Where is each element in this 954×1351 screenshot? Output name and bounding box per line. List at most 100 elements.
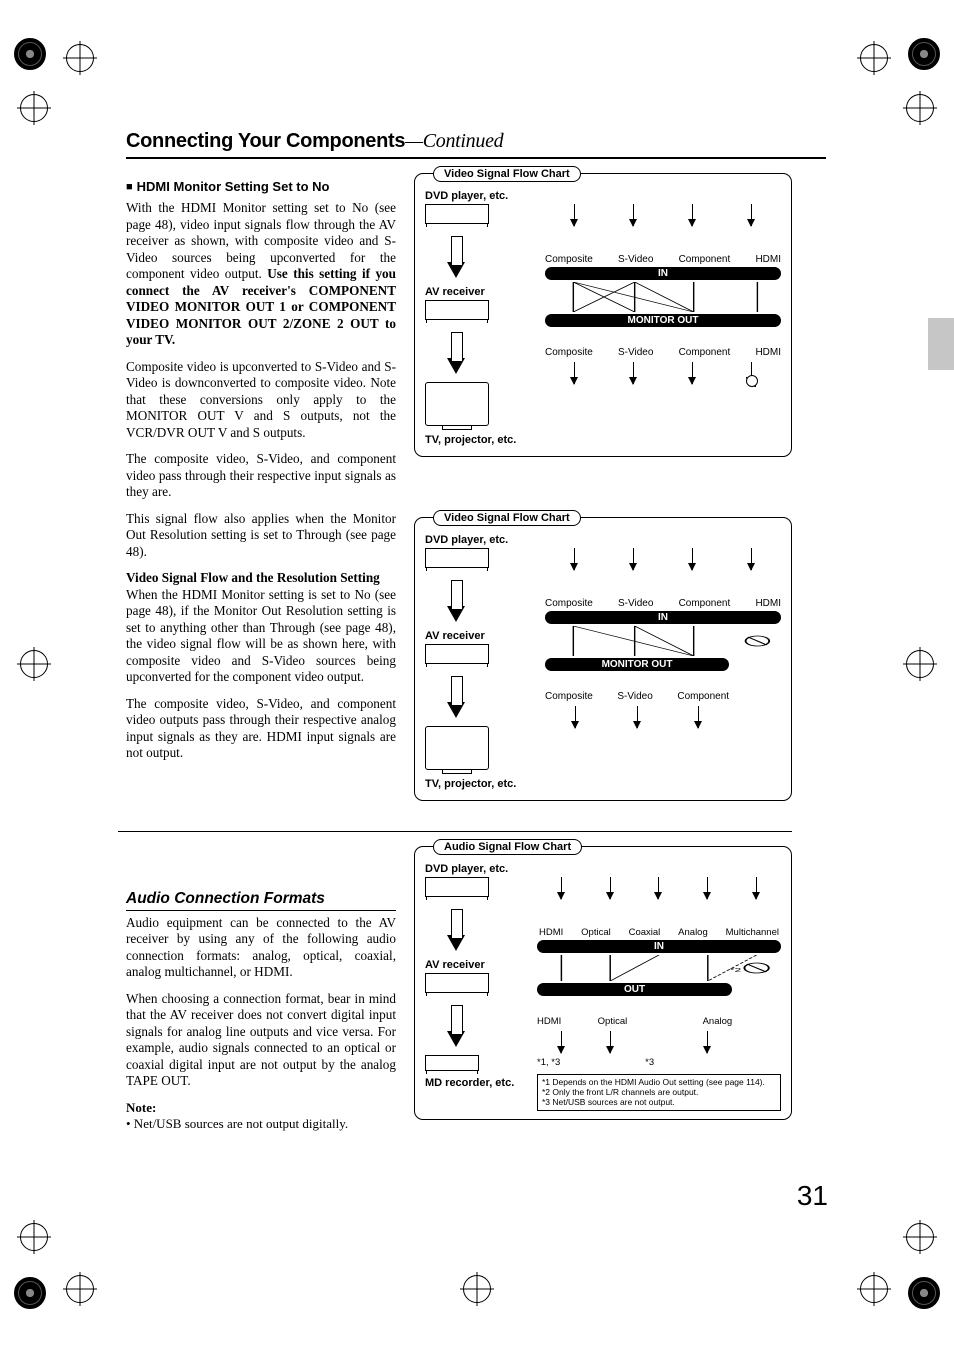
reg-mark-icon	[14, 1277, 46, 1309]
label-composite: Composite	[545, 691, 593, 702]
signal-crossing	[545, 282, 781, 312]
page-number: 31	[797, 1180, 828, 1212]
tv-icon	[425, 382, 489, 426]
resolution-subhead-para: Video Signal Flow and the Resolution Set…	[126, 570, 396, 686]
signal-arrow-icon	[633, 548, 634, 570]
hdmi-para-6: The composite video, S-Video, and compon…	[126, 696, 396, 762]
signal-arrow-icon	[610, 877, 611, 899]
crop-mark-icon	[20, 1223, 48, 1251]
footnote-3: *3 Net/USB sources are not output.	[542, 1098, 776, 1108]
flow-arrow-icon	[447, 935, 465, 951]
label-svideo: S-Video	[618, 254, 653, 265]
in-bar: IN	[537, 940, 781, 953]
crop-mark-icon	[906, 650, 934, 678]
flow-arrow-icon	[447, 1031, 465, 1047]
note-heading: Note:	[126, 1100, 396, 1116]
dvd-icon	[425, 548, 489, 568]
resolution-subhead: Video Signal Flow and the Resolution Set…	[126, 570, 380, 585]
video-flowchart-1: Video Signal Flow Chart DVD player, etc.…	[414, 173, 792, 457]
av-receiver-label: AV receiver	[425, 959, 537, 971]
av-receiver-label: AV receiver	[425, 286, 545, 298]
out-bar: OUT	[537, 983, 732, 996]
signal-arrow-icon	[633, 204, 634, 226]
crop-mark-icon	[20, 94, 48, 122]
note-item: • Net/USB sources are not output digital…	[126, 1116, 396, 1132]
audio-section-heading: Audio Connection Formats	[126, 890, 396, 911]
receiver-icon	[425, 973, 489, 993]
signal-arrow-icon	[707, 877, 708, 899]
monitor-out-bar: MONITOR OUT	[545, 314, 781, 327]
crop-mark-icon	[860, 44, 888, 72]
crop-mark-icon	[906, 1223, 934, 1251]
signal-blocked-icon	[751, 362, 752, 384]
signal-crossing: *2	[537, 955, 781, 981]
hdmi-para-3: The composite video, S-Video, and compon…	[126, 451, 396, 501]
label-composite: Composite	[545, 598, 593, 609]
crop-mark-icon	[860, 1275, 888, 1303]
signal-crossing	[545, 626, 781, 656]
label-hdmi: HDMI	[539, 927, 563, 938]
svg-text:*2: *2	[730, 968, 742, 973]
label-optical: Optical	[581, 927, 611, 938]
signal-arrow-icon	[692, 362, 693, 384]
dvd-label: DVD player, etc.	[425, 863, 537, 875]
label-component: Component	[679, 254, 731, 265]
hdmi-para-4: This signal flow also applies when the M…	[126, 511, 396, 561]
label-hdmi: HDMI	[755, 347, 781, 358]
audio-para-2: When choosing a connection format, bear …	[126, 991, 396, 1090]
label-optical: Optical	[598, 1016, 628, 1027]
crop-mark-icon	[906, 94, 934, 122]
tv-icon	[425, 726, 489, 770]
label-coaxial: Coaxial	[629, 927, 661, 938]
text-column: HDMI Monitor Setting Set to No With the …	[126, 173, 396, 1132]
label-component: Component	[679, 598, 731, 609]
signal-arrow-icon	[574, 548, 575, 570]
flowchart-title: Audio Signal Flow Chart	[433, 839, 582, 855]
hdmi-para-1: With the HDMI Monitor setting set to No …	[126, 200, 396, 349]
video-flowchart-2: Video Signal Flow Chart DVD player, etc.…	[414, 517, 792, 801]
hdmi-setting-heading: HDMI Monitor Setting Set to No	[126, 179, 396, 194]
hdmi-para-5: When the HDMI Monitor setting is set to …	[126, 587, 396, 685]
signal-arrow-icon	[658, 877, 659, 899]
reg-mark-icon	[908, 38, 940, 70]
label-svideo: S-Video	[617, 691, 652, 702]
signal-arrow-icon	[751, 548, 752, 570]
signal-arrow-icon	[610, 1031, 611, 1053]
label-hdmi: HDMI	[755, 598, 781, 609]
page-title: Connecting Your Components—Continued	[126, 130, 826, 159]
signal-arrow-icon	[751, 204, 752, 226]
in-bar: IN	[545, 611, 781, 624]
audio-flowchart: Audio Signal Flow Chart DVD player, etc.…	[414, 846, 792, 1120]
flow-arrow-icon	[447, 262, 465, 278]
crop-mark-icon	[20, 650, 48, 678]
receiver-icon	[425, 300, 489, 320]
label-hdmi: HDMI	[537, 1016, 561, 1027]
receiver-icon	[425, 644, 489, 664]
signal-arrow-icon	[692, 204, 693, 226]
signal-arrow-icon	[692, 548, 693, 570]
page-content: Connecting Your Components—Continued HDM…	[126, 130, 826, 1132]
tv-label: TV, projector, etc.	[425, 434, 545, 446]
label-component: Component	[679, 347, 731, 358]
av-receiver-label: AV receiver	[425, 630, 545, 642]
flowchart-title: Video Signal Flow Chart	[433, 166, 581, 182]
page-title-main: Connecting Your Components	[126, 130, 405, 152]
label-component: Component	[677, 691, 729, 702]
signal-arrow-icon	[633, 362, 634, 384]
signal-arrow-icon	[707, 1031, 708, 1053]
footnote-box: *1 Depends on the HDMI Audio Out setting…	[537, 1074, 781, 1111]
signal-arrow-icon	[637, 706, 638, 728]
hdmi-para-2: Composite video is upconverted to S-Vide…	[126, 359, 396, 442]
crop-mark-icon	[463, 1275, 491, 1303]
in-bar: IN	[545, 267, 781, 280]
dvd-label: DVD player, etc.	[425, 190, 545, 202]
flow-arrow-icon	[447, 702, 465, 718]
md-recorder-label: MD recorder, etc.	[425, 1077, 537, 1089]
diagram-column: Video Signal Flow Chart DVD player, etc.…	[414, 173, 792, 1132]
label-analog: Analog	[703, 1016, 733, 1027]
label-multichannel: Multichannel	[726, 927, 779, 938]
label-composite: Composite	[545, 347, 593, 358]
signal-arrow-icon	[561, 1031, 562, 1053]
signal-arrow-icon	[574, 204, 575, 226]
dvd-icon	[425, 877, 489, 897]
